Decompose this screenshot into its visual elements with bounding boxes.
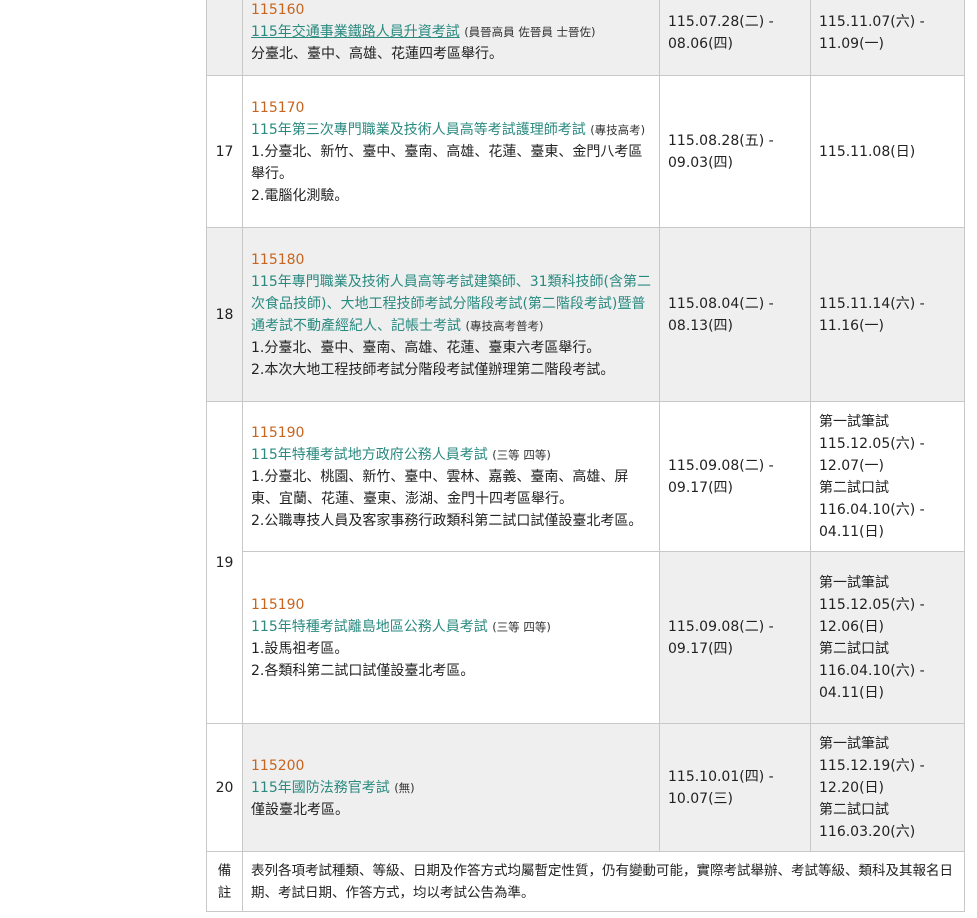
exam-note: 1.分臺北、桃園、新竹、臺中、雲林、嘉義、臺南、高雄、屏東、宜蘭、花蓮、臺東、澎… — [251, 468, 629, 507]
exam-stage-label: 第二試口試 — [819, 479, 889, 496]
exam-name-link[interactable]: 115年專門職業及技術人員高等考試建築師、31類科技師(含第二次食品技師)、大地… — [251, 274, 651, 334]
signup-date-end: 10.07(三) — [668, 790, 734, 807]
exam-name-link[interactable]: 115年特種考試地方政府公務人員考試 — [251, 447, 488, 463]
signup-date-cell: 115.08.28(五) - 09.03(四) — [659, 75, 811, 228]
exam-date-end: 04.11(日) — [819, 523, 885, 540]
exam-date-end: 12.20(日) — [819, 779, 885, 796]
row-number: 18 — [206, 227, 243, 402]
exam-note: 2.各類科第二試口試僅設臺北考區。 — [251, 662, 475, 679]
footer-text: 表列各項考試種類、等級、日期及作答方式均屬暫定性質，仍有變動可能，實際考試舉辦、… — [242, 851, 965, 912]
exam-note: 1.分臺北、臺中、臺南、高雄、花蓮、臺東六考區舉行。 — [251, 339, 601, 356]
footer-row: 備註 表列各項考試種類、等級、日期及作答方式均屬暫定性質，仍有變動可能，實際考試… — [206, 851, 965, 912]
signup-date-cell: 115.08.04(二) - 08.13(四) — [659, 227, 811, 402]
row-number: 17 — [206, 75, 243, 228]
exam-note: 2.公職專技人員及客家事務行政類科第二試口試僅設臺北考區。 — [251, 512, 643, 529]
signup-date-start: 115.08.04(二) - — [668, 295, 774, 312]
signup-date-end: 08.06(四) — [668, 36, 734, 52]
exam-date-cell: 115.11.08(日) — [810, 75, 965, 228]
exam-stage-label: 第一試筆試 — [819, 413, 889, 430]
exam-date-end: 11.16(一) — [819, 317, 885, 334]
exam-level: (無) — [394, 780, 415, 795]
exam-date-cell: 115.11.07(六) - 11.09(一) — [810, 0, 965, 76]
signup-date-start: 115.08.28(五) - — [668, 132, 774, 149]
exam-cell: 115170 115年第三次專門職業及技術人員高等考試護理師考試 (專技高考) … — [242, 75, 660, 228]
row-number: 19 — [206, 401, 243, 724]
exam-stage-label: 第二試口試 — [819, 801, 889, 818]
exam-date: 115.11.08(日) — [819, 143, 916, 160]
table-row: 19 115190 115年特種考試地方政府公務人員考試 (三等 四等) 1.分… — [206, 401, 965, 724]
signup-date-end: 08.13(四) — [668, 317, 734, 334]
signup-date-cell: 115.09.08(二) - 09.17(四) — [659, 401, 811, 552]
exam-code: 115180 — [251, 251, 305, 268]
exam-note: 1.設馬祖考區。 — [251, 640, 349, 657]
exam-note: 2.本次大地工程技師考試分階段考試僅辦理第二階段考試。 — [251, 361, 615, 378]
exam-schedule-table: 115160 115年交通事業鐵路人員升資考試 (員晉高員 佐晉員 士晉佐) 分… — [206, 0, 965, 912]
exam-level: (三等 四等) — [492, 619, 551, 634]
exam-date-start: 116.04.10(六) - — [819, 662, 925, 679]
signup-date-cell: 115.07.28(二) - 08.06(四) — [659, 0, 811, 76]
exam-date-cell: 第一試筆試 115.12.19(六) - 12.20(日) 第二試口試 116.… — [810, 723, 965, 852]
exam-stage-label: 第一試筆試 — [819, 574, 889, 591]
exam-name-link[interactable]: 115年國防法務官考試 — [251, 780, 390, 796]
exam-stage-label: 第一試筆試 — [819, 735, 889, 752]
exam-date-end: 12.07(一) — [819, 457, 885, 474]
signup-date-start: 115.09.08(二) - — [668, 457, 774, 474]
exam-date-start: 116.03.20(六) — [819, 823, 916, 840]
exam-cell: 115180 115年專門職業及技術人員高等考試建築師、31類科技師(含第二次食… — [242, 227, 660, 402]
exam-note: 1.分臺北、新竹、臺中、臺南、高雄、花蓮、臺東、金門八考區舉行。 — [251, 143, 643, 182]
signup-date-cell: 115.10.01(四) - 10.07(三) — [659, 723, 811, 852]
exam-date-start: 115.12.19(六) - — [819, 757, 925, 774]
exam-date-cell: 第一試筆試 115.12.05(六) - 12.06(日) 第二試口試 116.… — [810, 551, 965, 724]
row-number: 20 — [206, 723, 243, 852]
exam-level: (三等 四等) — [492, 447, 551, 462]
exam-note: 僅設臺北考區。 — [251, 801, 349, 818]
exam-stage-label: 第二試口試 — [819, 640, 889, 657]
exam-date-start: 115.11.07(六) - — [819, 14, 925, 30]
exam-level: (員晉高員 佐晉員 士晉佐) — [464, 25, 596, 39]
exam-code: 115190 — [251, 596, 305, 613]
table-row: 18 115180 115年專門職業及技術人員高等考試建築師、31類科技師(含第… — [206, 227, 965, 402]
table-row: 115190 115年特種考試離島地區公務人員考試 (三等 四等) 1.設馬祖考… — [207, 551, 965, 724]
exam-name-link[interactable]: 115年交通事業鐵路人員升資考試 — [251, 24, 460, 40]
exam-level: (專技高考普考) — [465, 318, 544, 333]
exam-cell: 115200 115年國防法務官考試 (無) 僅設臺北考區。 — [242, 723, 660, 852]
table-row: 115160 115年交通事業鐵路人員升資考試 (員晉高員 佐晉員 士晉佐) 分… — [206, 0, 965, 76]
exam-date-start: 115.12.05(六) - — [819, 435, 925, 452]
exam-date-end: 12.06(日) — [819, 618, 885, 635]
table-row: 17 115170 115年第三次專門職業及技術人員高等考試護理師考試 (專技高… — [206, 75, 965, 228]
exam-date-cell: 第一試筆試 115.12.05(六) - 12.07(一) 第二試口試 116.… — [810, 401, 965, 552]
exam-date-start: 115.11.14(六) - — [819, 295, 925, 312]
exam-date-end: 04.11(日) — [819, 684, 885, 701]
exam-cell: 115160 115年交通事業鐵路人員升資考試 (員晉高員 佐晉員 士晉佐) 分… — [242, 0, 660, 76]
exam-date-start: 115.12.05(六) - — [819, 596, 925, 613]
signup-date-end: 09.17(四) — [668, 479, 734, 496]
exam-cell: 115190 115年特種考試地方政府公務人員考試 (三等 四等) 1.分臺北、… — [242, 401, 660, 552]
signup-date-start: 115.10.01(四) - — [668, 768, 774, 785]
exam-level: (專技高考) — [590, 122, 646, 137]
exam-date-start: 116.04.10(六) - — [819, 501, 925, 518]
exam-note: 分臺北、臺中、高雄、花蓮四考區舉行。 — [251, 46, 503, 62]
signup-date-start: 115.09.08(二) - — [668, 618, 774, 635]
exam-code: 115190 — [251, 424, 305, 441]
exam-date-cell: 115.11.14(六) - 11.16(一) — [810, 227, 965, 402]
exam-code: 115160 — [251, 2, 305, 18]
exam-note: 2.電腦化測驗。 — [251, 187, 349, 204]
exam-code: 115200 — [251, 757, 305, 774]
signup-date-end: 09.03(四) — [668, 154, 734, 171]
footer-label: 備註 — [206, 851, 243, 912]
exam-name-link[interactable]: 115年第三次專門職業及技術人員高等考試護理師考試 — [251, 122, 586, 138]
exam-name-link[interactable]: 115年特種考試離島地區公務人員考試 — [251, 619, 488, 635]
exam-code: 115170 — [251, 99, 305, 116]
table-row: 20 115200 115年國防法務官考試 (無) 僅設臺北考區。 115.10… — [206, 723, 965, 852]
signup-date-end: 09.17(四) — [668, 640, 734, 657]
signup-date-cell: 115.09.08(二) - 09.17(四) — [659, 551, 811, 724]
signup-date-start: 115.07.28(二) - — [668, 14, 774, 30]
exam-date-end: 11.09(一) — [819, 36, 885, 52]
exam-cell: 115190 115年特種考試離島地區公務人員考試 (三等 四等) 1.設馬祖考… — [242, 551, 660, 724]
row-number — [206, 0, 243, 76]
